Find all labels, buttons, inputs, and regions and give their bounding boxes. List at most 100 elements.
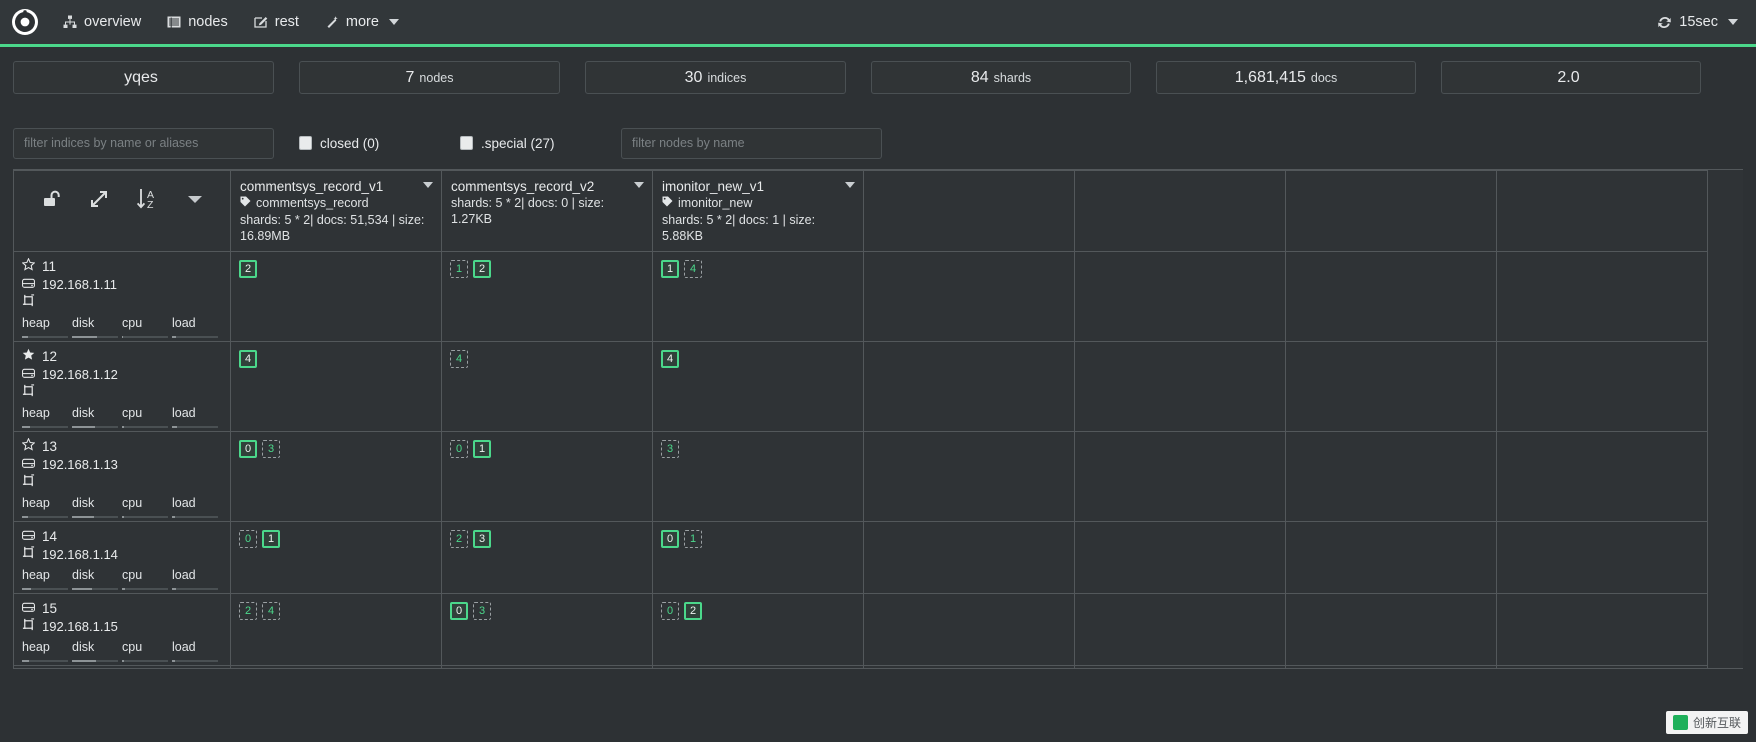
unlock-icon[interactable] [41,188,63,210]
nav-item-nodes[interactable]: nodes [154,0,241,44]
watermark: 创新互联 [1665,711,1748,734]
filter-nodes-input[interactable] [621,127,882,159]
shard-cell [1285,593,1497,666]
shard-badge-primary[interactable]: 3 [473,530,491,548]
chevron-down-icon[interactable] [634,182,644,188]
index-alias-label: imonitor_new [678,196,753,210]
shard-badge-replica[interactable]: 3 [473,602,491,620]
index-header-imonitor_new_v1: imonitor_new_v1 imonitor_new shards: 5 *… [652,170,864,252]
shard-badge-replica[interactable]: 0 [661,602,679,620]
shard-badge-replica[interactable]: 0 [239,530,257,548]
shard-list: 4 [450,350,644,368]
hdd-icon [22,276,35,294]
shard-cell [1496,341,1708,432]
shard-badge-replica[interactable]: 4 [684,260,702,278]
node-info-cell: 13 192.168.1.13 heap disk cpu load [14,431,231,522]
metric-heap: heap [22,314,72,338]
shard-badge-primary[interactable]: 2 [684,602,702,620]
shard-badge-replica[interactable]: 2 [450,530,468,548]
shard-cell: 02 [652,593,864,666]
node-name: 14 [42,529,58,544]
metric-fill [22,588,32,590]
metric-label: disk [72,496,95,510]
shard-cell [1285,665,1497,668]
sort-alpha-asc-icon[interactable]: A Z [135,187,161,211]
metric-label: disk [72,640,95,654]
shard-badge-replica[interactable]: 3 [661,440,679,458]
checkbox-box[interactable] [460,136,473,150]
stat-indices: 30 indices [585,61,846,94]
shard-badge-replica[interactable]: 3 [262,440,280,458]
nav-item-more[interactable]: more [312,0,412,44]
hdd-icon [22,366,35,384]
index-header-empty [1074,170,1286,252]
expand-arrows-icon[interactable] [88,188,110,210]
metric-disk: disk [72,566,122,590]
stat-nodes: 7 nodes [299,61,560,94]
chevron-down-icon[interactable] [423,182,433,188]
node-name: 12 [42,349,58,364]
star-outline-icon[interactable] [21,257,36,276]
node-metrics: heap disk cpu load [22,404,222,428]
shard-cell [1074,341,1286,432]
shard-badge-primary[interactable]: 1 [262,530,280,548]
stat-value: 1,681,415 [1234,68,1306,86]
cluster-stats-bar: yqes 7 nodes 30 indices 84 shards 1,681,… [0,44,1756,117]
node-name-line: 13 [21,437,222,456]
node-ip: 192.168.1.12 [42,367,118,382]
filter-indices-input[interactable] [13,127,274,159]
index-alias: commentsys_record [240,195,432,212]
shard-badge-primary[interactable]: 1 [473,440,491,458]
cerebro-logo-icon[interactable] [0,0,50,44]
star-filled-icon[interactable] [22,348,35,366]
checkbox-box[interactable] [299,136,312,150]
sitemap-icon [63,15,77,29]
shard-badge-replica[interactable]: 0 [450,440,468,458]
shard-badge-primary[interactable]: 2 [239,260,257,278]
shard-badge-replica[interactable]: 1 [684,530,702,548]
shard-cell [863,593,1075,666]
shard-badge-replica[interactable]: 1 [450,260,468,278]
shard-badge-replica[interactable]: 2 [239,602,257,620]
shard-list: 03 [450,602,644,620]
shard-cell [1496,431,1708,522]
filter-closed-checkbox[interactable]: closed (0) [299,136,435,151]
nav-item-rest[interactable]: rest [241,0,312,44]
metric-label: disk [72,406,95,420]
stat-value: 84 [970,68,989,86]
metric-track [172,516,218,518]
shard-badge-primary[interactable]: 2 [473,260,491,278]
metric-track [22,336,68,338]
shard-badge-replica[interactable]: 4 [450,350,468,368]
shard-badge-primary[interactable]: 0 [239,440,257,458]
metric-label: cpu [122,640,143,654]
data-node-icon [22,384,35,402]
chevron-down-icon[interactable] [845,182,855,188]
metric-fill [122,426,125,428]
shard-badge-primary[interactable]: 4 [661,350,679,368]
metric-load: load [172,638,222,662]
shard-cell [863,521,1075,594]
metric-label: load [172,640,196,654]
shard-cell: 24 [230,593,442,666]
metric-fill [72,660,96,662]
chevron-down-icon[interactable] [186,193,204,205]
metric-cpu: cpu [122,314,172,338]
filter-special-checkbox[interactable]: .special (27) [460,136,596,151]
shard-cell [1496,665,1708,668]
shard-cell [863,341,1075,432]
shard-badge-primary[interactable]: 1 [661,260,679,278]
metric-label: disk [72,316,95,330]
node-info-cell: 16192.168.1.16heapdiskcpuload [14,665,231,668]
node-ip: 192.168.1.15 [42,619,118,634]
refresh-interval-selector[interactable]: 15sec [1644,0,1756,44]
shard-cell: 4 [652,341,864,432]
shard-cell: 4 [230,341,442,432]
node-ip: 192.168.1.11 [42,277,117,292]
shard-badge-replica[interactable]: 4 [262,602,280,620]
nav-item-overview[interactable]: overview [50,0,154,44]
shard-badge-primary[interactable]: 0 [450,602,468,620]
star-outline-icon[interactable] [21,437,36,456]
shard-badge-primary[interactable]: 4 [239,350,257,368]
shard-badge-primary[interactable]: 0 [661,530,679,548]
